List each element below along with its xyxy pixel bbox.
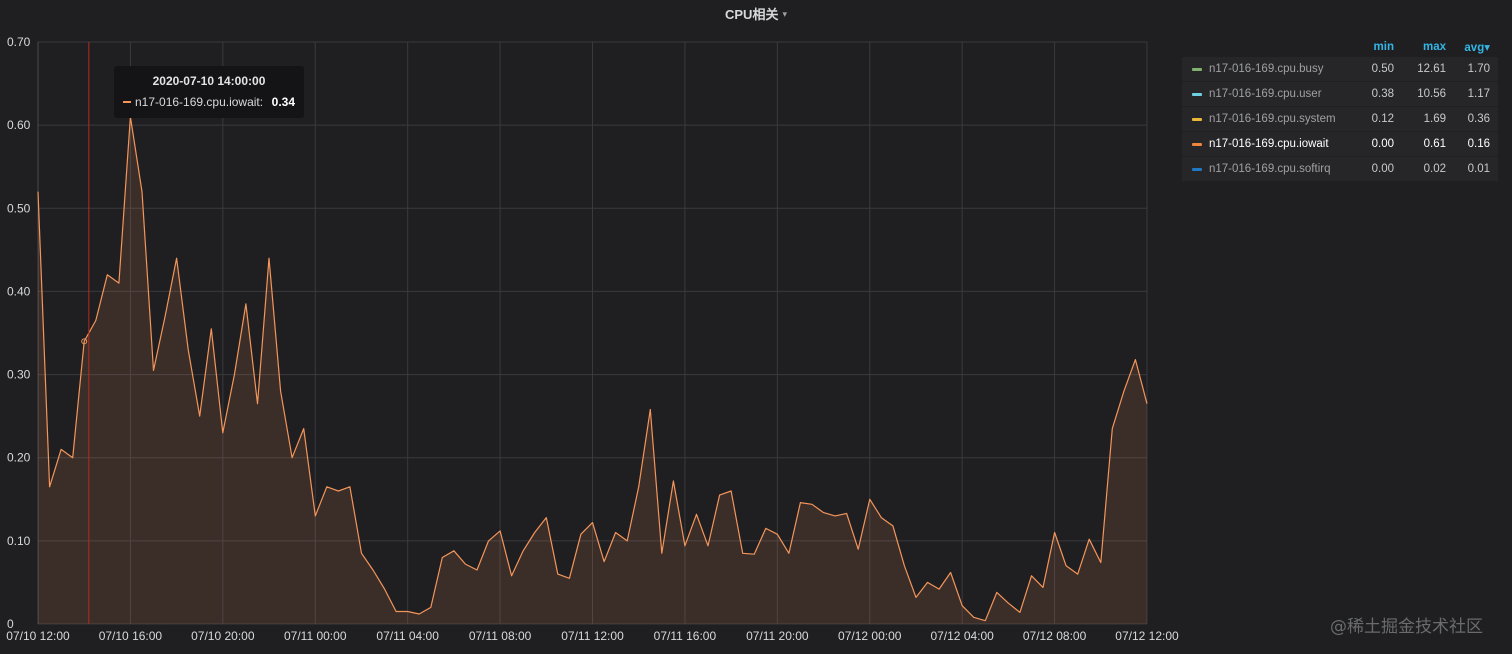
legend-header-avg[interactable]: avg▾ bbox=[1446, 40, 1498, 54]
tooltip-series-name: n17-016-169.cpu.iowait: bbox=[135, 95, 264, 109]
legend-min-value: 0.00 bbox=[1371, 163, 1394, 175]
legend-row[interactable]: n17-016-169.cpu.busy 0.50 12.61 1.70 bbox=[1182, 57, 1498, 82]
legend-avg-value: 0.01 bbox=[1467, 163, 1490, 175]
x-tick-label: 07/10 20:00 bbox=[191, 629, 255, 643]
legend-max-value: 10.56 bbox=[1417, 88, 1446, 100]
legend-swatch[interactable] bbox=[1192, 67, 1202, 71]
legend-avg-value: 1.17 bbox=[1467, 88, 1490, 100]
x-tick-label: 07/11 12:00 bbox=[561, 629, 624, 643]
x-tick-label: 07/11 04:00 bbox=[376, 629, 439, 643]
tooltip-series-value: 0.34 bbox=[271, 95, 295, 109]
legend-swatch[interactable] bbox=[1192, 142, 1202, 146]
y-tick-label: 0.40 bbox=[7, 284, 31, 298]
legend-min-value: 0.00 bbox=[1371, 138, 1394, 150]
legend-avg-value: 0.36 bbox=[1467, 113, 1490, 125]
tooltip-row: n17-016-169.cpu.iowait: 0.34 bbox=[114, 95, 304, 109]
legend-header-min[interactable]: min bbox=[1342, 41, 1394, 53]
legend-avg-value: 1.70 bbox=[1467, 63, 1490, 75]
legend-swatch[interactable] bbox=[1192, 167, 1202, 171]
y-tick-label: 0.10 bbox=[7, 534, 31, 548]
y-tick-label: 0.20 bbox=[7, 451, 31, 465]
hover-tooltip: 2020-07-10 14:00:00 n17-016-169.cpu.iowa… bbox=[114, 66, 304, 118]
legend-max-value: 12.61 bbox=[1417, 63, 1446, 75]
x-tick-label: 07/12 00:00 bbox=[838, 629, 902, 643]
x-tick-label: 07/12 08:00 bbox=[1023, 629, 1087, 643]
legend-min-value: 0.50 bbox=[1371, 63, 1394, 75]
legend-max-value: 0.61 bbox=[1423, 138, 1446, 150]
legend-table: min max avg▾ n17-016-169.cpu.busy 0.50 12.… bbox=[1182, 37, 1498, 182]
x-tick-label: 07/12 12:00 bbox=[1115, 629, 1179, 643]
x-tick-label: 07/11 08:00 bbox=[469, 629, 532, 643]
legend-row[interactable]: n17-016-169.cpu.system 0.12 1.69 0.36 bbox=[1182, 107, 1498, 132]
y-axis: 00.100.200.300.400.500.600.70 bbox=[7, 35, 31, 631]
legend-series-name[interactable]: n17-016-169.cpu.softirq bbox=[1209, 163, 1342, 175]
legend-header-max[interactable]: max bbox=[1394, 41, 1446, 53]
legend-avg-value: 0.16 bbox=[1467, 138, 1490, 150]
legend-header: min max avg▾ bbox=[1182, 37, 1498, 57]
legend-swatch[interactable] bbox=[1192, 117, 1202, 121]
tooltip-series-swatch bbox=[123, 101, 131, 103]
x-tick-label: 07/10 16:00 bbox=[99, 629, 163, 643]
legend-series-name[interactable]: n17-016-169.cpu.busy bbox=[1209, 63, 1342, 75]
legend-row[interactable]: n17-016-169.cpu.user 0.38 10.56 1.17 bbox=[1182, 82, 1498, 107]
legend-max-value: 0.02 bbox=[1423, 163, 1446, 175]
x-tick-label: 07/10 12:00 bbox=[6, 629, 70, 643]
x-tick-label: 07/11 00:00 bbox=[284, 629, 347, 643]
y-tick-label: 0.70 bbox=[7, 35, 31, 49]
legend-row[interactable]: n17-016-169.cpu.iowait 0.00 0.61 0.16 bbox=[1182, 132, 1498, 157]
y-tick-label: 0.30 bbox=[7, 368, 31, 382]
legend-series-name[interactable]: n17-016-169.cpu.iowait bbox=[1209, 138, 1342, 150]
legend-series-name[interactable]: n17-016-169.cpu.user bbox=[1209, 88, 1342, 100]
legend-series-name[interactable]: n17-016-169.cpu.system bbox=[1209, 113, 1342, 125]
y-tick-label: 0.50 bbox=[7, 201, 31, 215]
x-tick-label: 07/11 16:00 bbox=[654, 629, 717, 643]
x-tick-label: 07/11 20:00 bbox=[746, 629, 809, 643]
tooltip-time: 2020-07-10 14:00:00 bbox=[152, 74, 266, 88]
x-axis: 07/10 12:00 07/10 16:00 07/10 20:00 07/11 0… bbox=[6, 629, 1179, 643]
legend-min-value: 0.38 bbox=[1371, 88, 1394, 100]
legend-min-value: 0.12 bbox=[1371, 113, 1394, 125]
watermark: @稀土掘金技术社区 bbox=[1330, 617, 1483, 637]
y-tick-label: 0.60 bbox=[7, 118, 31, 132]
legend-row[interactable]: n17-016-169.cpu.softirq 0.00 0.02 0.01 bbox=[1182, 157, 1498, 182]
legend-max-value: 1.69 bbox=[1423, 113, 1446, 125]
x-tick-label: 07/12 04:00 bbox=[930, 629, 994, 643]
legend-swatch[interactable] bbox=[1192, 92, 1202, 96]
